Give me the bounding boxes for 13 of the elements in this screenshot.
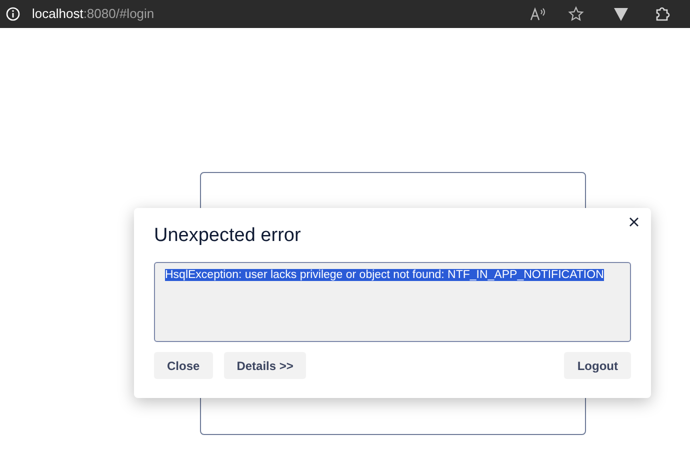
puzzle-icon[interactable] [654,6,670,22]
message-field[interactable]: HsqlException: user lacks privilege or object not found: NTF_IN_APP_NOTIFICATION [154,262,631,342]
info-icon[interactable] [6,7,20,21]
address-host[interactable]: localhost [32,4,84,24]
dialog-button[interactable]: Details >> [224,352,306,379]
error-message: HsqlException: user lacks privilege or object not found: NTF_IN_APP_NOTIFICATION [165,269,604,281]
triangle-icon[interactable] [614,8,628,20]
dialog-button[interactable]: Close [154,352,213,379]
dialog-button[interactable]: Logout [564,352,631,379]
address-path[interactable]: :8080/#login [83,4,154,24]
star-icon[interactable] [568,6,584,22]
dialog-title: Unexpected error [154,224,302,248]
read-aloud-icon[interactable] [530,7,546,21]
